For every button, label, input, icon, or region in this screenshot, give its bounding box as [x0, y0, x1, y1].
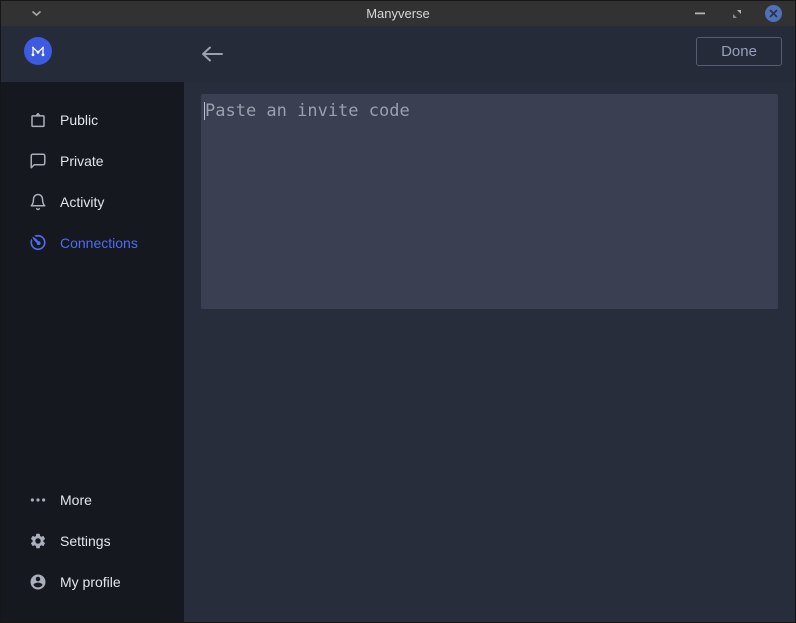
main-content	[184, 82, 795, 622]
manyverse-logo	[24, 37, 52, 65]
window-menu-button[interactable]	[31, 10, 42, 17]
body-row: Public Private	[1, 82, 795, 622]
sidebar: Public Private	[1, 82, 184, 622]
sidebar-item-connections[interactable]: Connections	[1, 222, 184, 263]
manyverse-window: Manyverse	[0, 0, 796, 623]
sidebar-item-my-profile[interactable]: My profile	[1, 561, 184, 602]
sidebar-item-label: Activity	[60, 194, 104, 210]
sidebar-item-public[interactable]: Public	[1, 99, 184, 140]
sidebar-item-label: More	[60, 492, 92, 508]
back-button[interactable]	[199, 42, 225, 66]
activity-bell-icon	[29, 193, 47, 211]
window-controls	[691, 5, 782, 22]
public-icon	[29, 111, 47, 129]
chevron-down-icon	[31, 10, 42, 17]
sidebar-item-label: Settings	[60, 533, 111, 549]
window-title: Manyverse	[1, 6, 795, 21]
titlebar: Manyverse	[1, 1, 795, 26]
restore-icon	[732, 9, 742, 19]
minimize-icon	[695, 12, 705, 15]
private-icon	[29, 152, 47, 170]
settings-gear-icon	[29, 532, 47, 550]
app-header: Done	[1, 26, 795, 82]
sidebar-bottom-group: More Settings My	[1, 479, 184, 622]
sidebar-item-label: Private	[60, 153, 104, 169]
invite-code-input[interactable]	[201, 94, 778, 309]
arrow-left-icon	[201, 46, 223, 62]
sidebar-item-more[interactable]: More	[1, 479, 184, 520]
profile-icon	[29, 573, 47, 591]
close-button[interactable]	[765, 5, 782, 22]
sidebar-item-label: My profile	[60, 574, 121, 590]
close-icon	[769, 9, 778, 18]
sidebar-item-label: Connections	[60, 235, 138, 251]
restore-button[interactable]	[728, 5, 745, 22]
sidebar-top-group: Public Private	[1, 82, 184, 263]
minimize-button[interactable]	[691, 5, 708, 22]
sidebar-item-settings[interactable]: Settings	[1, 520, 184, 561]
more-dots-icon	[29, 491, 47, 509]
connections-icon	[29, 234, 47, 252]
invite-code-area	[201, 94, 778, 309]
sidebar-item-label: Public	[60, 112, 98, 128]
sidebar-item-activity[interactable]: Activity	[1, 181, 184, 222]
done-button[interactable]: Done	[696, 37, 782, 66]
sidebar-item-private[interactable]: Private	[1, 140, 184, 181]
